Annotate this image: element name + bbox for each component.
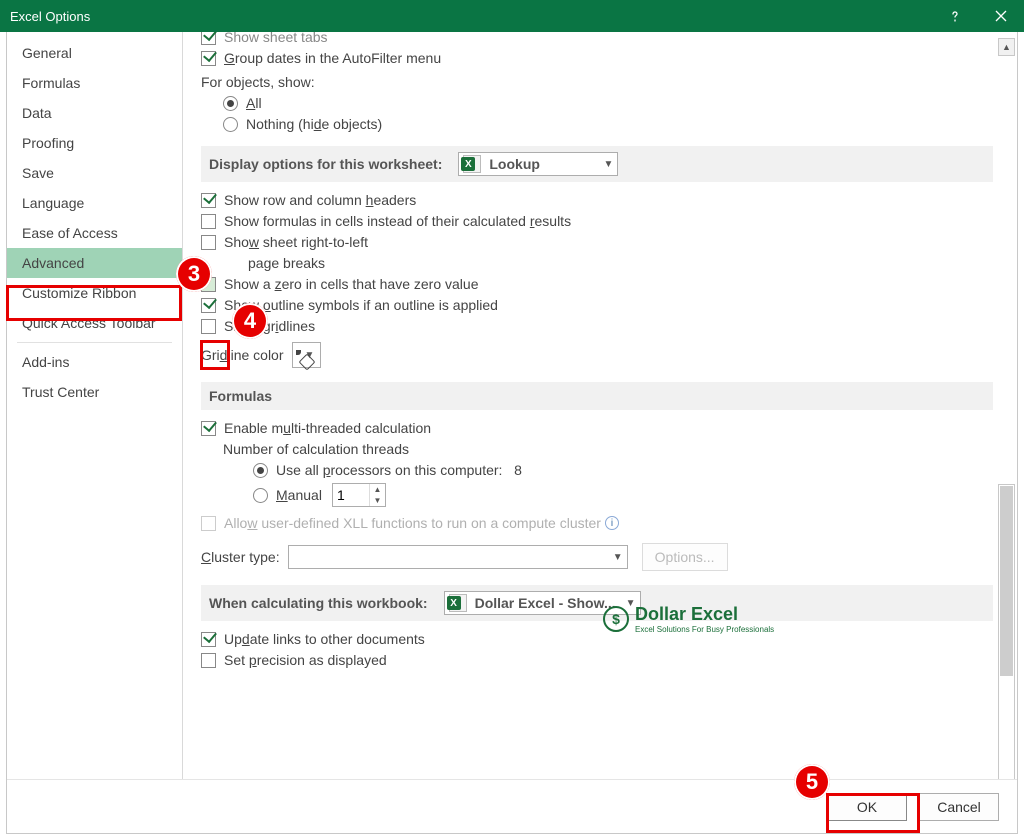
dropdown-cluster-type[interactable]: ▼ (288, 545, 628, 569)
checkbox-update-links[interactable] (201, 632, 216, 647)
help-button[interactable] (932, 0, 978, 32)
logo-sub: Excel Solutions For Busy Professionals (635, 625, 774, 634)
label-show-sheet-tabs: Show sheet tabs (224, 32, 328, 45)
checkbox-show-headers[interactable] (201, 193, 216, 208)
sidebar-item-language[interactable]: Language (7, 188, 182, 218)
checkbox-group-dates[interactable] (201, 51, 216, 66)
checkbox-xll (201, 516, 216, 531)
callout-4: 4 (232, 303, 268, 339)
annotation-box-advanced (6, 285, 182, 321)
button-cluster-options: Options... (642, 543, 728, 571)
annotation-box-zero-checkbox (200, 340, 230, 370)
annotation-box-ok (826, 793, 920, 833)
label-thread-count: Number of calculation threads (223, 441, 409, 457)
input-manual-threads[interactable] (333, 487, 369, 503)
content-pane: Show sheet tabs Group dates in the AutoF… (183, 32, 1017, 779)
dropdown-worksheet-value: Lookup (489, 156, 540, 172)
checkbox-show-sheet-tabs[interactable] (201, 32, 216, 45)
sidebar-item-data[interactable]: Data (7, 98, 182, 128)
section-formulas: Formulas (201, 382, 993, 410)
color-picker-gridline[interactable]: ▼ (292, 342, 322, 368)
sidebar-item-formulas[interactable]: Formulas (7, 68, 182, 98)
radio-all[interactable] (223, 96, 238, 111)
spinner-manual-threads[interactable]: ▲▼ (332, 483, 386, 507)
section-calc-workbook-title: When calculating this workbook: (209, 595, 428, 611)
label-rtl: Show sheet right-to-left (224, 234, 368, 250)
radio-use-all[interactable] (253, 463, 268, 478)
radio-manual[interactable] (253, 488, 268, 503)
close-button[interactable] (978, 0, 1024, 32)
chevron-down-icon: ▼ (613, 552, 623, 563)
sidebar-item-save[interactable]: Save (7, 158, 182, 188)
chevron-down-icon: ▼ (603, 159, 613, 170)
section-formulas-title: Formulas (209, 388, 272, 404)
callout-5: 5 (794, 764, 830, 800)
label-precision: Set precision as displayed (224, 652, 387, 668)
chevron-up-icon[interactable]: ▲ (370, 484, 385, 495)
label-page-breaks: page breaks (248, 255, 325, 271)
label-show-formulas: Show formulas in cells instead of their … (224, 213, 571, 229)
sidebar-item-trust-center[interactable]: Trust Center (7, 377, 182, 407)
callout-3: 3 (176, 256, 212, 292)
label-update-links: Update links to other documents (224, 631, 425, 647)
info-icon[interactable]: i (605, 516, 619, 530)
label-zero: Show a zero in cells that have zero valu… (224, 276, 478, 292)
scroll-up-button[interactable]: ▲ (998, 38, 1015, 56)
label-xll: Allow user-defined XLL functions to run … (224, 515, 601, 531)
sidebar-item-ease-of-access[interactable]: Ease of Access (7, 218, 182, 248)
label-nothing: Nothing (hide objects) (246, 116, 382, 132)
titlebar: Excel Options (0, 0, 1024, 32)
checkbox-multi-thread[interactable] (201, 421, 216, 436)
dollar-icon: $ (603, 606, 629, 632)
sidebar-item-advanced[interactable]: Advanced (7, 248, 182, 278)
checkbox-show-formulas[interactable] (201, 214, 216, 229)
sidebar: General Formulas Data Proofing Save Lang… (7, 32, 183, 779)
radio-nothing[interactable] (223, 117, 238, 132)
section-display-worksheet-title: Display options for this worksheet: (209, 156, 442, 172)
excel-sheet-icon (463, 155, 481, 173)
value-processor-count: 8 (514, 462, 522, 478)
label-all: All (246, 95, 262, 111)
label-cluster-type: Cluster type: (201, 549, 280, 565)
label-for-objects: For objects, show: (201, 74, 315, 90)
excel-workbook-icon (449, 594, 467, 612)
sidebar-item-add-ins[interactable]: Add-ins (7, 347, 182, 377)
window-title: Excel Options (10, 9, 932, 24)
label-multi-thread: Enable multi-threaded calculation (224, 420, 431, 436)
section-calc-workbook: When calculating this workbook: Dollar E… (201, 585, 993, 621)
scrollbar-secondary[interactable] (998, 484, 1015, 779)
label-show-headers: Show row and column headers (224, 192, 416, 208)
cancel-button[interactable]: Cancel (919, 793, 999, 821)
dropdown-worksheet[interactable]: Lookup ▼ (458, 152, 618, 176)
chevron-down-icon[interactable]: ▼ (370, 495, 385, 506)
dropdown-workbook-value: Dollar Excel - Show... (475, 595, 616, 611)
checkbox-rtl[interactable] (201, 235, 216, 250)
sidebar-item-general[interactable]: General (7, 38, 182, 68)
label-manual: Manual (276, 487, 322, 503)
label-use-all: Use all processors on this computer: 8 (276, 462, 522, 478)
logo-dollar-excel: $ Dollar Excel Excel Solutions For Busy … (603, 604, 774, 634)
dialog-body: General Formulas Data Proofing Save Lang… (6, 32, 1018, 834)
checkbox-precision[interactable] (201, 653, 216, 668)
checkbox-gridlines[interactable] (201, 319, 216, 334)
label-group-dates: Group dates in the AutoFilter menu (224, 50, 441, 66)
scrollbar-thumb[interactable] (1000, 486, 1013, 676)
sidebar-item-proofing[interactable]: Proofing (7, 128, 182, 158)
checkbox-outline[interactable] (201, 298, 216, 313)
section-display-worksheet: Display options for this worksheet: Look… (201, 146, 993, 182)
logo-main: Dollar Excel (635, 604, 738, 624)
